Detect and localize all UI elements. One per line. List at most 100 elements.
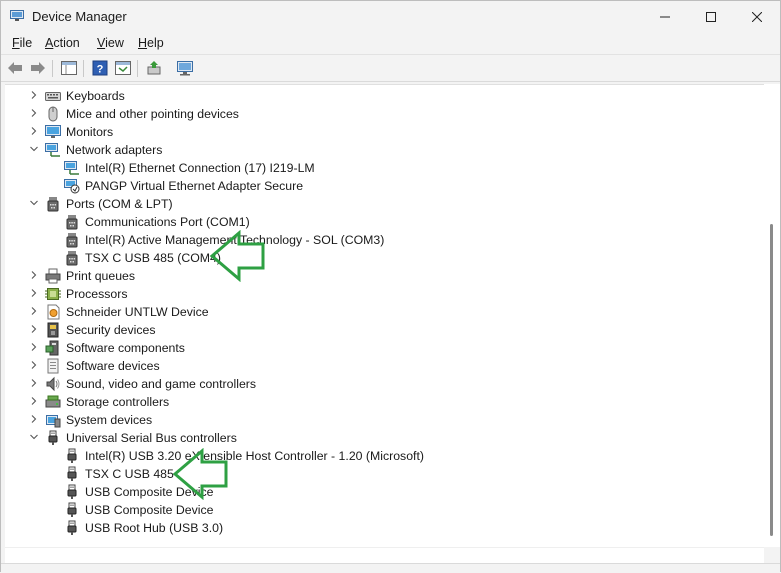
expand-chevron-icon[interactable] bbox=[29, 342, 39, 352]
tree-device[interactable]: Communications Port (COM1) bbox=[5, 213, 765, 231]
port-icon bbox=[64, 232, 80, 248]
software-devices-icon bbox=[45, 358, 61, 374]
tree-item-label: Software components bbox=[66, 341, 185, 355]
tree-category[interactable]: Universal Serial Bus controllers bbox=[5, 429, 765, 447]
expand-chevron-icon[interactable] bbox=[29, 414, 39, 424]
tree-device[interactable]: PANGP Virtual Ethernet Adapter Secure bbox=[5, 177, 765, 195]
minimize-button[interactable] bbox=[642, 1, 688, 32]
close-button[interactable] bbox=[734, 1, 780, 32]
expand-chevron-icon[interactable] bbox=[29, 108, 39, 118]
tree-device[interactable]: USB Composite Device bbox=[5, 501, 765, 519]
update-driver-button[interactable] bbox=[144, 59, 164, 77]
keyboard-icon bbox=[45, 88, 61, 104]
scan-hardware-button[interactable] bbox=[175, 59, 195, 77]
back-button[interactable] bbox=[5, 59, 25, 77]
properties-icon bbox=[115, 61, 131, 75]
horizontal-scrollbar[interactable] bbox=[5, 547, 764, 563]
toolbar-separator bbox=[137, 60, 138, 77]
mouse-icon bbox=[45, 106, 61, 122]
security-icon bbox=[45, 322, 61, 338]
system-devices-icon bbox=[45, 412, 61, 428]
annotation-arrow-tsx-usb bbox=[172, 448, 228, 500]
tree-item-label: USB Composite Device bbox=[85, 503, 214, 517]
update-driver-icon bbox=[147, 61, 161, 75]
title-bar[interactable]: Device Manager bbox=[1, 1, 780, 32]
tree-device[interactable]: USB Root Hub (USB 3.0) bbox=[5, 519, 765, 537]
expand-chevron-icon[interactable] bbox=[29, 396, 39, 406]
toolbar-separator bbox=[83, 60, 84, 77]
port-icon bbox=[45, 196, 61, 212]
maximize-icon bbox=[706, 11, 716, 22]
tree-item-label: Intel(R) Ethernet Connection (17) I219-L… bbox=[85, 161, 315, 175]
schneider-device-icon bbox=[45, 304, 61, 320]
software-components-icon bbox=[45, 340, 61, 356]
forward-arrow-icon bbox=[31, 62, 45, 74]
tree-category[interactable]: Processors bbox=[5, 285, 765, 303]
menu-file[interactable]: File bbox=[12, 36, 32, 50]
menu-action[interactable]: Action bbox=[45, 36, 80, 50]
tree-item-label: TSX C USB 485 (COM4) bbox=[85, 251, 221, 265]
tree-category[interactable]: Network adapters bbox=[5, 141, 765, 159]
sound-icon bbox=[45, 376, 61, 392]
properties-button[interactable] bbox=[113, 59, 133, 77]
device-manager-app-icon bbox=[10, 10, 24, 22]
tree-device[interactable]: Intel(R) USB 3.20 eXtensible Host Contro… bbox=[5, 447, 765, 465]
tree-category[interactable]: Mice and other pointing devices bbox=[5, 105, 765, 123]
tree-category[interactable]: Monitors bbox=[5, 123, 765, 141]
expand-chevron-icon[interactable] bbox=[29, 324, 39, 334]
tree-item-label: Monitors bbox=[66, 125, 114, 139]
tree-category[interactable]: Security devices bbox=[5, 321, 765, 339]
tree-category[interactable]: Software devices bbox=[5, 357, 765, 375]
expand-chevron-icon[interactable] bbox=[29, 360, 39, 370]
port-icon bbox=[64, 214, 80, 230]
menu-help[interactable]: Help bbox=[138, 36, 164, 50]
storage-icon bbox=[45, 394, 61, 410]
expand-chevron-icon[interactable] bbox=[29, 270, 39, 280]
collapse-chevron-icon[interactable] bbox=[29, 432, 39, 442]
tree-category[interactable]: Software components bbox=[5, 339, 765, 357]
toolbar-separator bbox=[52, 60, 53, 77]
maximize-button[interactable] bbox=[688, 1, 734, 32]
tree-category[interactable]: Keyboards bbox=[5, 87, 765, 105]
vertical-scrollbar-thumb[interactable] bbox=[770, 224, 773, 536]
tree-category[interactable]: Sound, video and game controllers bbox=[5, 375, 765, 393]
usb-icon bbox=[64, 502, 80, 518]
back-arrow-icon bbox=[8, 62, 22, 74]
tree-item-label: TSX C USB 485 bbox=[85, 467, 174, 481]
forward-button[interactable] bbox=[28, 59, 48, 77]
tree-item-label: Intel(R) USB 3.20 eXtensible Host Contro… bbox=[85, 449, 424, 463]
tree-item-label: System devices bbox=[66, 413, 153, 427]
network-adapter-icon bbox=[64, 160, 80, 176]
tree-item-label: Print queues bbox=[66, 269, 136, 283]
tree-category[interactable]: Storage controllers bbox=[5, 393, 765, 411]
collapse-chevron-icon[interactable] bbox=[29, 144, 39, 154]
tree-device[interactable]: Intel(R) Ethernet Connection (17) I219-L… bbox=[5, 159, 765, 177]
show-hide-console-tree-button[interactable] bbox=[59, 59, 79, 77]
minimize-icon bbox=[660, 16, 670, 17]
expand-chevron-icon[interactable] bbox=[29, 306, 39, 316]
collapse-chevron-icon[interactable] bbox=[29, 198, 39, 208]
tree-category[interactable]: Schneider UNTLW Device bbox=[5, 303, 765, 321]
tree-category[interactable]: Ports (COM & LPT) bbox=[5, 195, 765, 213]
expand-chevron-icon[interactable] bbox=[29, 126, 39, 136]
vertical-scrollbar[interactable] bbox=[764, 84, 780, 547]
processor-icon bbox=[45, 286, 61, 302]
tree-item-label: Ports (COM & LPT) bbox=[66, 197, 173, 211]
usb-icon bbox=[64, 484, 80, 500]
tree-device[interactable]: USB Composite Device bbox=[5, 483, 765, 501]
device-tree[interactable]: Keyboards Mice and other pointing devices… bbox=[5, 84, 780, 547]
tree-device[interactable]: Intel(R) Active Management Technology - … bbox=[5, 231, 765, 249]
menu-view[interactable]: View bbox=[97, 36, 124, 50]
expand-chevron-icon[interactable] bbox=[29, 378, 39, 388]
tree-category[interactable]: Print queues bbox=[5, 267, 765, 285]
tree-item-label: Communications Port (COM1) bbox=[85, 215, 250, 229]
help-button[interactable]: ? bbox=[90, 59, 110, 77]
tree-category[interactable]: System devices bbox=[5, 411, 765, 429]
svg-text:?: ? bbox=[97, 64, 104, 76]
tree-item-label: Keyboards bbox=[66, 89, 125, 103]
expand-chevron-icon[interactable] bbox=[29, 288, 39, 298]
tree-device[interactable]: TSX C USB 485 (COM4) bbox=[5, 249, 765, 267]
expand-chevron-icon[interactable] bbox=[29, 90, 39, 100]
tree-item-label: Software devices bbox=[66, 359, 160, 373]
tree-device[interactable]: TSX C USB 485 bbox=[5, 465, 765, 483]
